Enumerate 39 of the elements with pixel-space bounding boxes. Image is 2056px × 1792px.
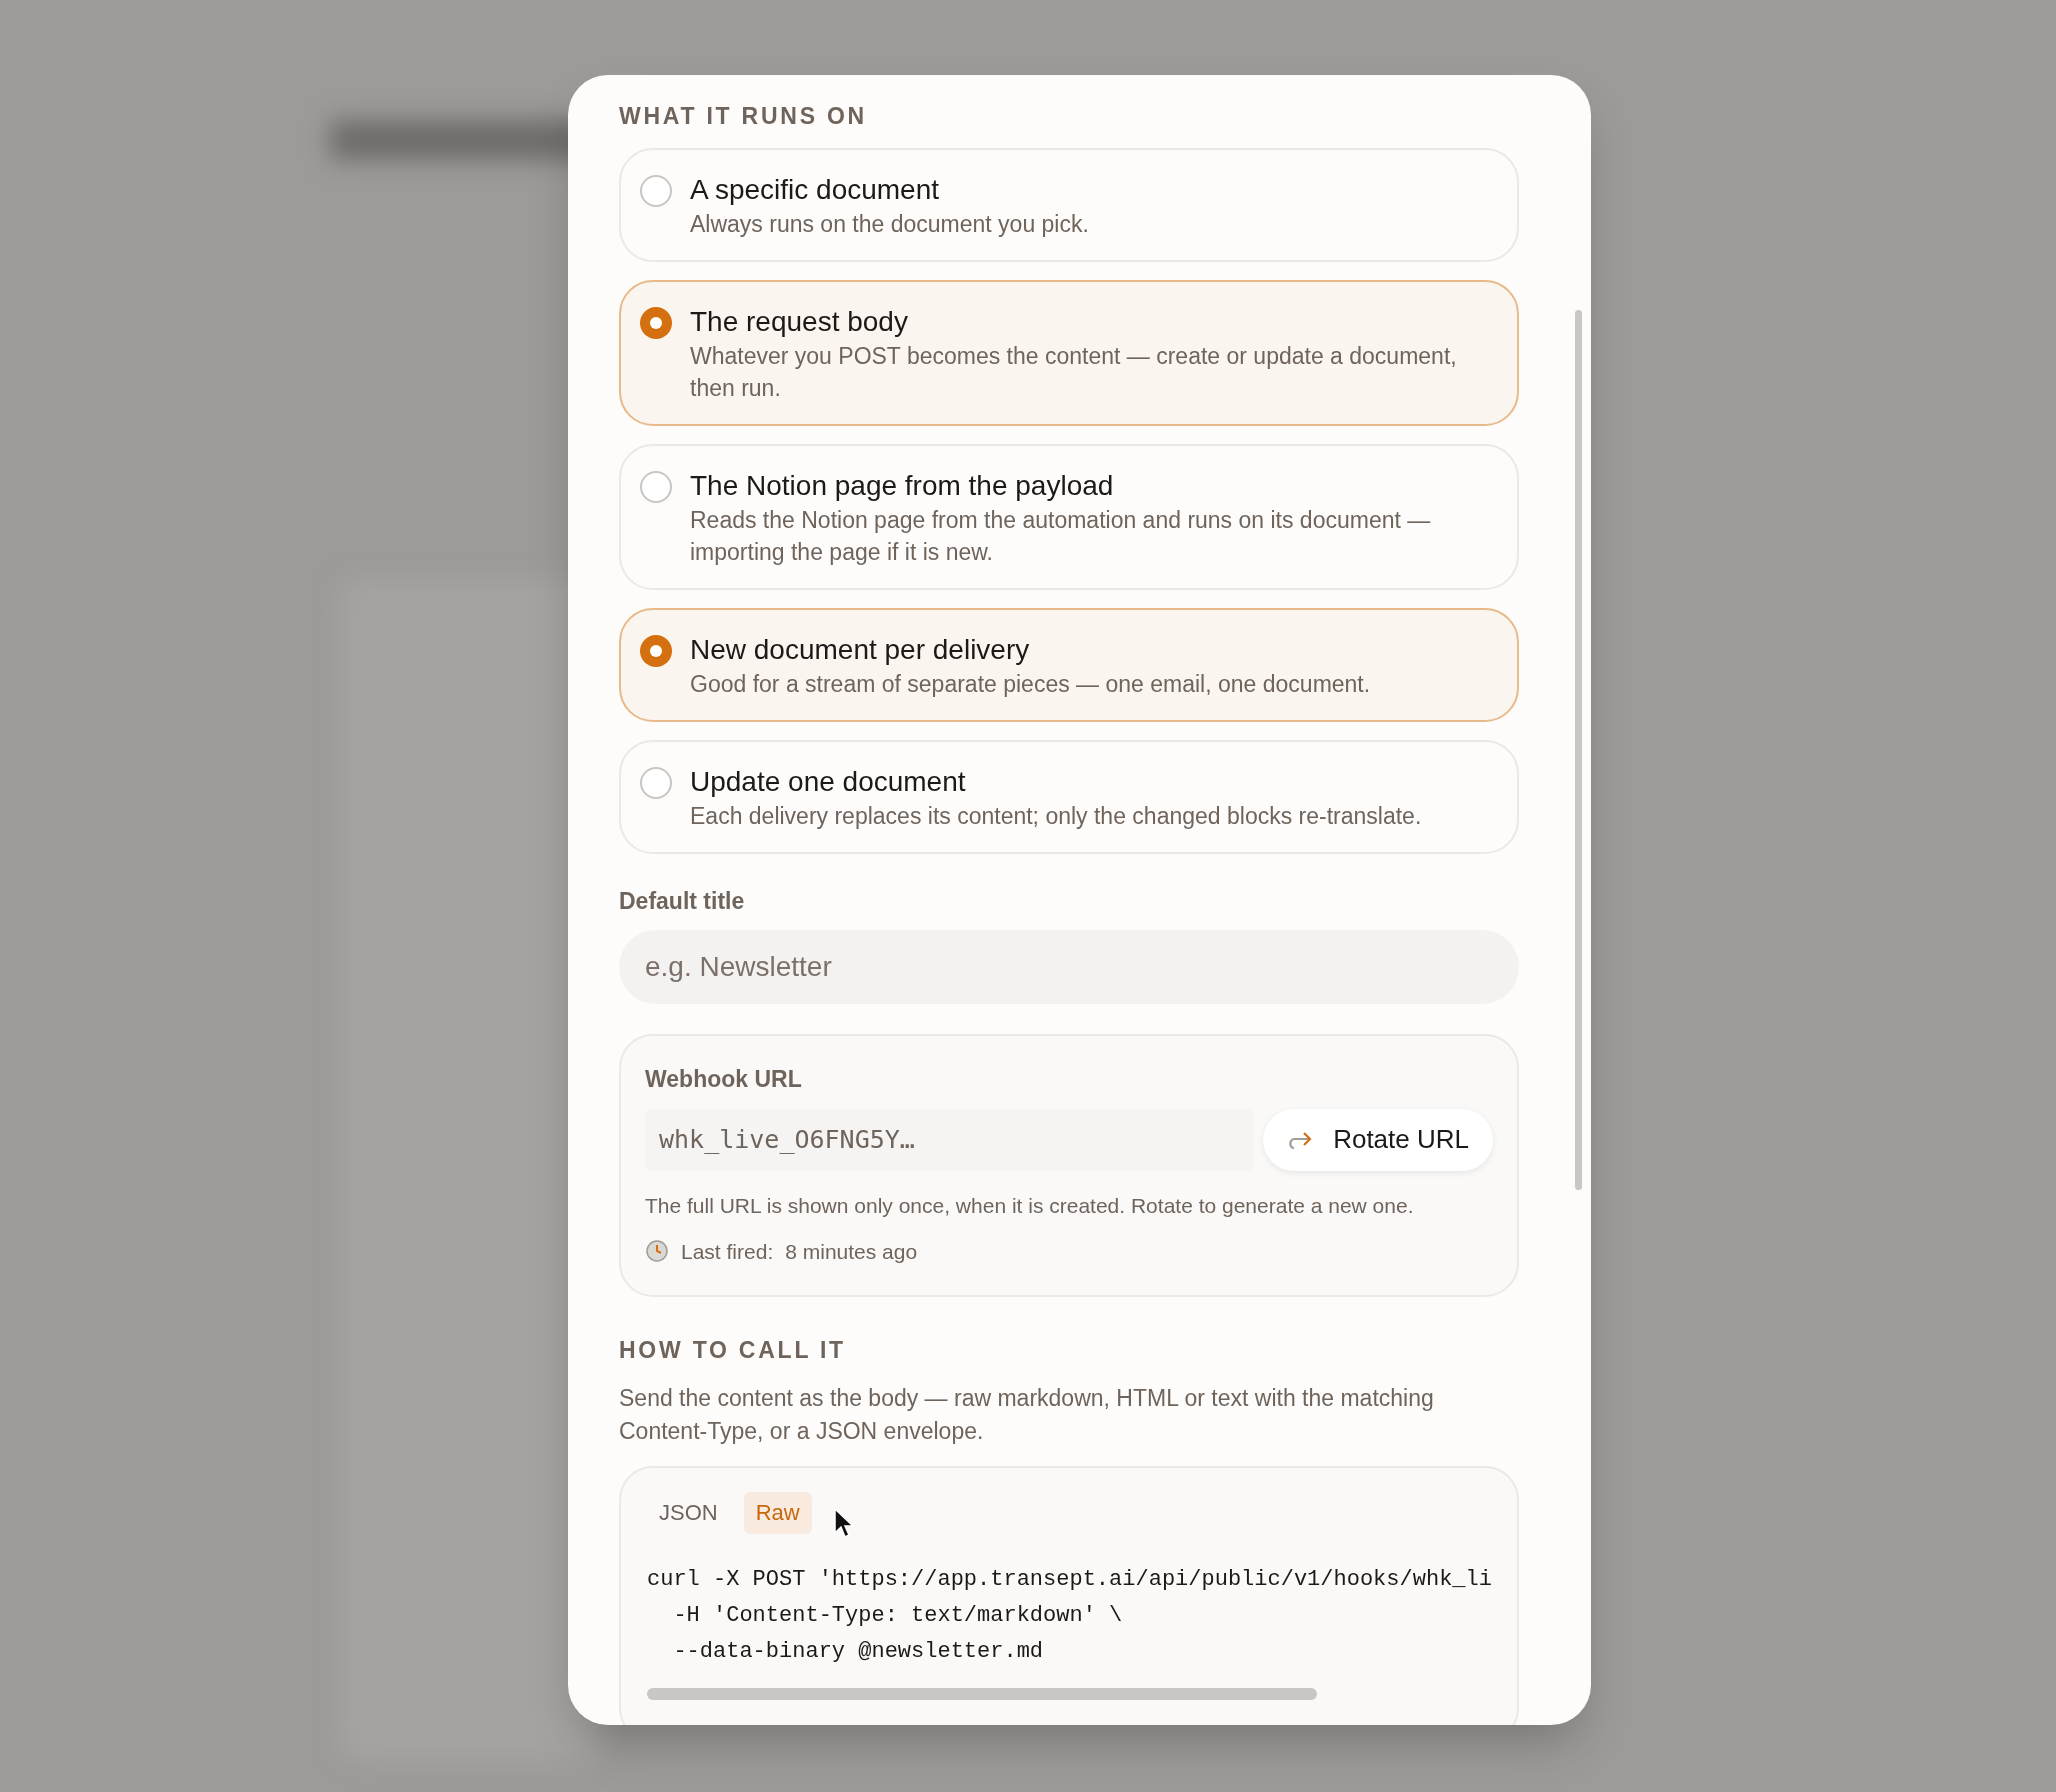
option-card[interactable]: The request body Whatever you POST becomes the content — create or update a document, then run. — [619, 279, 1519, 426]
code-tab[interactable]: JSON — [647, 1491, 730, 1534]
option-description: Reads the Notion page from the automation and runs on its document — importing the page if it is new. — [690, 505, 1432, 567]
option-card[interactable]: New document per delivery Good for a stream of separate pieces — one email, one document. — [619, 607, 1519, 722]
last-fired-time: 8 minutes ago — [785, 1238, 918, 1265]
code-line: --data-binary @newsletter.md — [672, 1637, 1045, 1666]
default-title-field[interactable]: e.g. Newsletter — [619, 930, 1519, 1004]
option-title: A specific document — [690, 172, 941, 207]
webhook-note: The full URL is shown only once, when it is created. Rotate to generate a new one. — [645, 1192, 1415, 1219]
option-title: The Notion page from the payload — [690, 468, 1115, 503]
section-heading: HOW TO CALL IT — [619, 1336, 847, 1365]
option-card[interactable]: The Notion page from the payload Reads the Notion page from the automation and runs on its document — importing the page if it is new. — [619, 443, 1519, 590]
section-heading: WHAT IT RUNS ON — [619, 102, 868, 131]
scrollbar-thumb[interactable] — [1575, 310, 1582, 1190]
mouse-cursor-icon — [833, 1507, 854, 1540]
field-label: Default title — [619, 886, 746, 916]
option-description: Whatever you POST becomes the content — create or update a document, then run. — [690, 341, 1458, 403]
webhook-url-field[interactable]: whk_live_O6FNG5Y… — [645, 1108, 1254, 1171]
radio-button[interactable] — [640, 174, 672, 207]
section-description: Send the content as the body — raw markdown, HTML or text with the matching Content-Type, or a JSON envelope. — [619, 1383, 1435, 1446]
radio-button[interactable] — [640, 634, 672, 667]
option-card[interactable]: Update one document Each delivery replaces its content; only the changed blocks re-translate. — [619, 739, 1519, 854]
option-title: New document per delivery — [690, 632, 1031, 667]
option-description: Each delivery replaces its content; only the changed blocks re-translate. — [690, 801, 1422, 831]
option-description: Good for a stream of separate pieces — one email, one document. — [690, 669, 1371, 699]
last-fired-label: Last fired: — [681, 1238, 774, 1265]
option-title: The request body — [690, 304, 909, 339]
code-line: -H 'Content-Type: text/markdown' \ — [672, 1601, 1124, 1630]
rotate-url-button[interactable]: Rotate URL — [1263, 1108, 1493, 1171]
clock-icon — [645, 1239, 669, 1264]
option-card[interactable]: A specific document Always runs on the document you pick. — [619, 147, 1519, 262]
option-description: Always runs on the document you pick. — [690, 209, 1089, 239]
code-line: curl -X POST 'https://app.transept.ai/api/public/v1/hooks/whk_li — [647, 1565, 1491, 1594]
radio-button[interactable] — [640, 470, 672, 503]
horizontal-scrollbar[interactable] — [647, 1687, 1317, 1700]
radio-button[interactable] — [640, 766, 672, 799]
radio-button[interactable] — [640, 306, 672, 339]
field-label: Webhook URL — [645, 1065, 803, 1094]
option-title: Update one document — [690, 764, 967, 799]
